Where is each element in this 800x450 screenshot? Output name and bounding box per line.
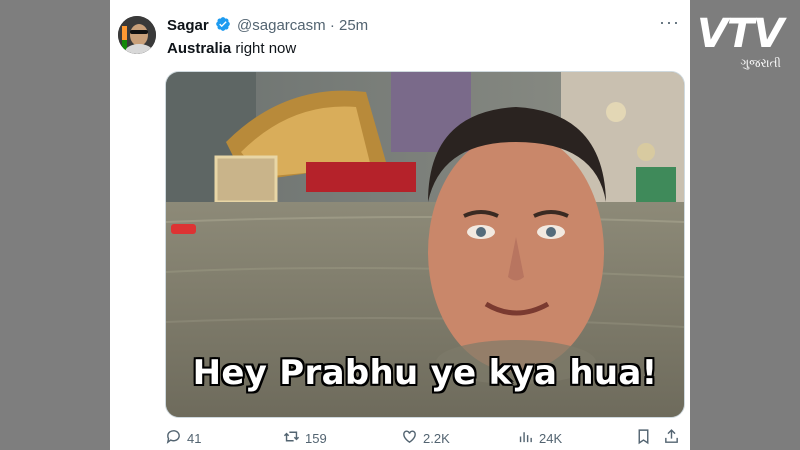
views-icon <box>517 428 534 448</box>
timestamp[interactable]: 25m <box>339 17 368 34</box>
bookmark-icon <box>635 428 652 448</box>
avatar[interactable] <box>118 16 156 54</box>
tweet-card[interactable]: Sagar @sagarcasm · 25m ··· Australia rig… <box>110 0 690 450</box>
bookmark-button[interactable] <box>635 428 652 448</box>
views-count: 24K <box>539 430 563 446</box>
views-button[interactable]: 24K <box>517 428 562 448</box>
vtv-logo-subtitle: ગુજરાતી <box>740 56 781 70</box>
more-icon[interactable]: ··· <box>659 12 680 33</box>
author-handle[interactable]: @sagarcasm <box>237 17 326 34</box>
vtv-logo: VTV ગુજરાતી <box>697 14 789 71</box>
reply-count: 41 <box>187 430 202 446</box>
retweet-icon <box>283 428 300 448</box>
like-button[interactable]: 2.2K <box>401 428 450 448</box>
verified-badge-icon <box>215 16 231 32</box>
share-icon <box>663 428 680 448</box>
reply-button[interactable]: 41 <box>165 428 201 448</box>
like-count: 2.2K <box>423 430 450 446</box>
tweet-text: Australia right now <box>167 40 296 57</box>
tweet-text-rest: right now <box>231 40 297 57</box>
retweet-count: 159 <box>305 430 327 446</box>
meme-caption: Hey Prabhu ye kya hua! <box>192 353 658 393</box>
tweet-header: Sagar @sagarcasm · 25m <box>167 16 368 34</box>
left-frame <box>0 0 110 450</box>
vtv-logo-text: VTV <box>697 11 784 57</box>
reply-icon <box>165 428 182 448</box>
author-name[interactable]: Sagar <box>167 17 209 34</box>
tweet-actions: 41 159 2.2K 24K <box>165 428 685 450</box>
retweet-button[interactable]: 159 <box>283 428 327 448</box>
share-button[interactable] <box>663 428 680 448</box>
tweet-media-image[interactable]: Hey Prabhu ye kya hua! <box>165 71 685 418</box>
tweet-text-bold: Australia <box>167 40 232 57</box>
like-icon <box>401 428 418 448</box>
separator-dot: · <box>329 17 335 34</box>
